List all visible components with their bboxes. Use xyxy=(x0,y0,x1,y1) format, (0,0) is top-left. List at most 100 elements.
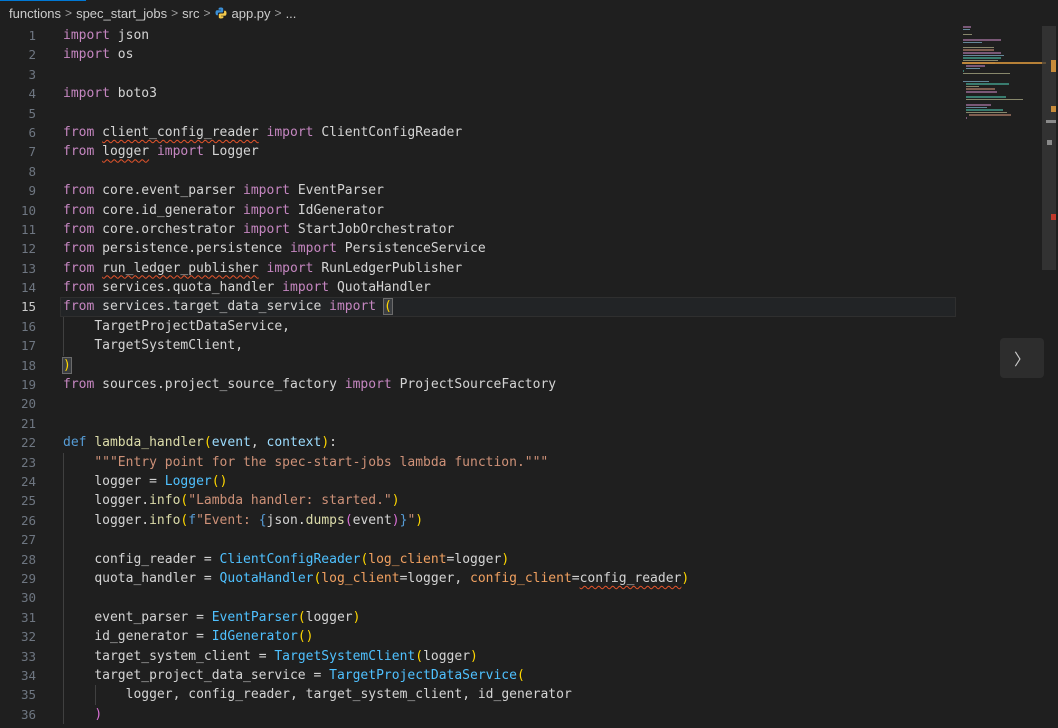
breadcrumb-item-src[interactable]: src xyxy=(182,6,199,21)
line-number: 6 xyxy=(28,124,36,140)
minimap-line xyxy=(965,88,996,90)
code-text: import os xyxy=(63,47,134,63)
code-line[interactable]: 29 quota_handler = QuotaHandler(log_clie… xyxy=(0,568,960,589)
line-number: 9 xyxy=(28,183,36,199)
breadcrumb-separator: > xyxy=(65,6,73,20)
minimap-line xyxy=(965,117,967,119)
code-line[interactable]: 33 target_system_client = TargetSystemCl… xyxy=(0,646,960,666)
line-number: 33 xyxy=(20,648,36,664)
code-line[interactable]: 4 import boto3 xyxy=(0,84,960,103)
minimap-line xyxy=(963,52,1001,54)
code-line[interactable]: 9 from core.event_parser import EventPars… xyxy=(0,181,960,200)
minimap-line xyxy=(963,46,994,49)
chevron-right-icon: 〉 xyxy=(1013,350,1030,369)
line-number: 15 xyxy=(20,299,36,315)
line-number: 5 xyxy=(28,105,36,121)
code-line[interactable]: 2 import os xyxy=(0,45,960,64)
code-text: logger = Logger() xyxy=(94,473,228,489)
breadcrumb-item-more[interactable]: ... xyxy=(286,6,297,21)
breadcrumb-item-spec-start-jobs[interactable]: spec_start_jobs xyxy=(76,6,167,21)
minimap-line xyxy=(965,85,979,88)
code-line[interactable]: 12 from persistence.persistence import Pe… xyxy=(0,239,960,258)
minimap[interactable] xyxy=(960,26,1050,136)
line-number: 20 xyxy=(20,396,36,412)
code-line[interactable]: 11 from core.orchestrator import StartJob… xyxy=(0,220,960,239)
code-line[interactable]: 18) xyxy=(0,356,960,375)
line-number: 18 xyxy=(20,357,36,373)
code-line[interactable]: 13 from run_ledger_publisher import RunLe… xyxy=(0,259,960,278)
minimap-line xyxy=(965,83,1010,85)
indent-guide xyxy=(63,588,64,608)
minimap-line xyxy=(963,41,982,44)
minimap-line xyxy=(965,91,998,93)
code-text: from persistence.persistence import Pers… xyxy=(63,241,486,257)
overview-ruler-mark xyxy=(1046,120,1056,123)
code-line[interactable]: 19 from sources.project_source_factory im… xyxy=(0,375,960,394)
code-line[interactable]: 24 logger = Logger() xyxy=(0,471,960,492)
minimap-line xyxy=(965,104,992,106)
line-number: 8 xyxy=(28,163,36,179)
code-editor[interactable]: functions > spec_start_jobs > src > app.… xyxy=(0,0,1058,728)
code-text: from run_ledger_publisher import RunLedg… xyxy=(63,260,463,276)
code-text: from services.quota_handler import Quota… xyxy=(63,280,431,296)
code-line[interactable]: 20 xyxy=(0,394,960,413)
breadcrumb-item-functions[interactable]: functions xyxy=(9,6,61,21)
code-line[interactable]: 1 import json xyxy=(0,26,960,45)
line-number: 27 xyxy=(20,532,36,548)
line-number: 17 xyxy=(20,338,36,354)
next-button[interactable]: 〉 xyxy=(1000,338,1044,378)
python-file-icon xyxy=(215,7,226,18)
code-line[interactable]: 27 xyxy=(0,530,960,550)
code-line[interactable]: 22 def lambda_handler(event, context): xyxy=(0,433,960,452)
code-line[interactable]: 31 event_parser = EventParser(logger) xyxy=(0,607,960,628)
code-text: from core.orchestrator import StartJobOr… xyxy=(63,221,455,237)
code-line[interactable]: 6 from client_config_reader import Client… xyxy=(0,123,960,142)
code-line[interactable]: 8 xyxy=(0,162,960,181)
code-line[interactable]: 34 target_project_data_service = TargetP… xyxy=(0,665,960,686)
code-text: from sources.project_source_factory impo… xyxy=(63,377,557,393)
code-line[interactable]: 36 ) xyxy=(0,704,960,725)
minimap-line xyxy=(965,98,1023,101)
line-number: 11 xyxy=(20,221,36,237)
code-text: TargetSystemClient, xyxy=(94,338,244,354)
line-number: 2 xyxy=(28,47,36,63)
code-lines[interactable]: 1 import json 2 import os 3 4 import boto3 5 6 fr… xyxy=(0,26,960,725)
overview-ruler-mark xyxy=(1051,60,1056,72)
code-line[interactable]: 3 xyxy=(0,65,960,84)
code-line[interactable]: 23 """Entry point for the spec-start-job… xyxy=(0,452,960,472)
code-line[interactable]: 17 TargetSystemClient, xyxy=(0,336,960,356)
code-line[interactable]: 7 from logger import Logger xyxy=(0,142,960,161)
overview-ruler-mark xyxy=(1051,106,1056,112)
minimap-line xyxy=(965,109,1003,111)
minimap-line xyxy=(963,57,1002,59)
breadcrumb-item-app-py[interactable]: app.py xyxy=(215,6,271,21)
minimap-line xyxy=(965,111,1008,114)
minimap-line xyxy=(963,28,970,31)
code-line[interactable]: 16 TargetProjectDataService, xyxy=(0,316,960,337)
minimap-current-line xyxy=(962,62,1048,65)
code-line[interactable]: 15 from services.target_data_service impo… xyxy=(0,297,960,318)
code-line[interactable]: 32 id_generator = IdGenerator() xyxy=(0,627,960,647)
code-line[interactable]: 26 logger.info(f"Event: {json.dumps(even… xyxy=(0,510,960,531)
line-number: 13 xyxy=(20,260,36,276)
code-line[interactable]: 30 xyxy=(0,588,960,608)
breadcrumb-separator: > xyxy=(171,6,179,20)
line-number: 29 xyxy=(20,570,36,586)
code-line[interactable]: 14 from services.quota_handler import Quo… xyxy=(0,278,960,297)
code-line[interactable]: 25 logger.info("Lambda handler: started.… xyxy=(0,491,960,511)
minimap-line xyxy=(963,59,999,62)
minimap-line xyxy=(963,49,994,51)
minimap-line xyxy=(963,33,972,36)
line-number: 12 xyxy=(20,241,36,257)
code-line[interactable]: 5 xyxy=(0,104,960,123)
code-line[interactable]: 28 config_reader = ClientConfigReader(lo… xyxy=(0,549,960,569)
code-line[interactable]: 35 logger, config_reader, target_system_… xyxy=(0,685,960,705)
code-line[interactable]: 10 from core.id_generator import IdGenera… xyxy=(0,201,960,220)
code-line[interactable]: 21 xyxy=(0,414,960,433)
line-number: 19 xyxy=(20,377,36,393)
line-number: 1 xyxy=(28,28,36,43)
minimap-line xyxy=(965,106,987,109)
line-number: 26 xyxy=(20,512,36,528)
minimap-line xyxy=(963,54,1004,57)
line-number: 36 xyxy=(20,706,36,722)
